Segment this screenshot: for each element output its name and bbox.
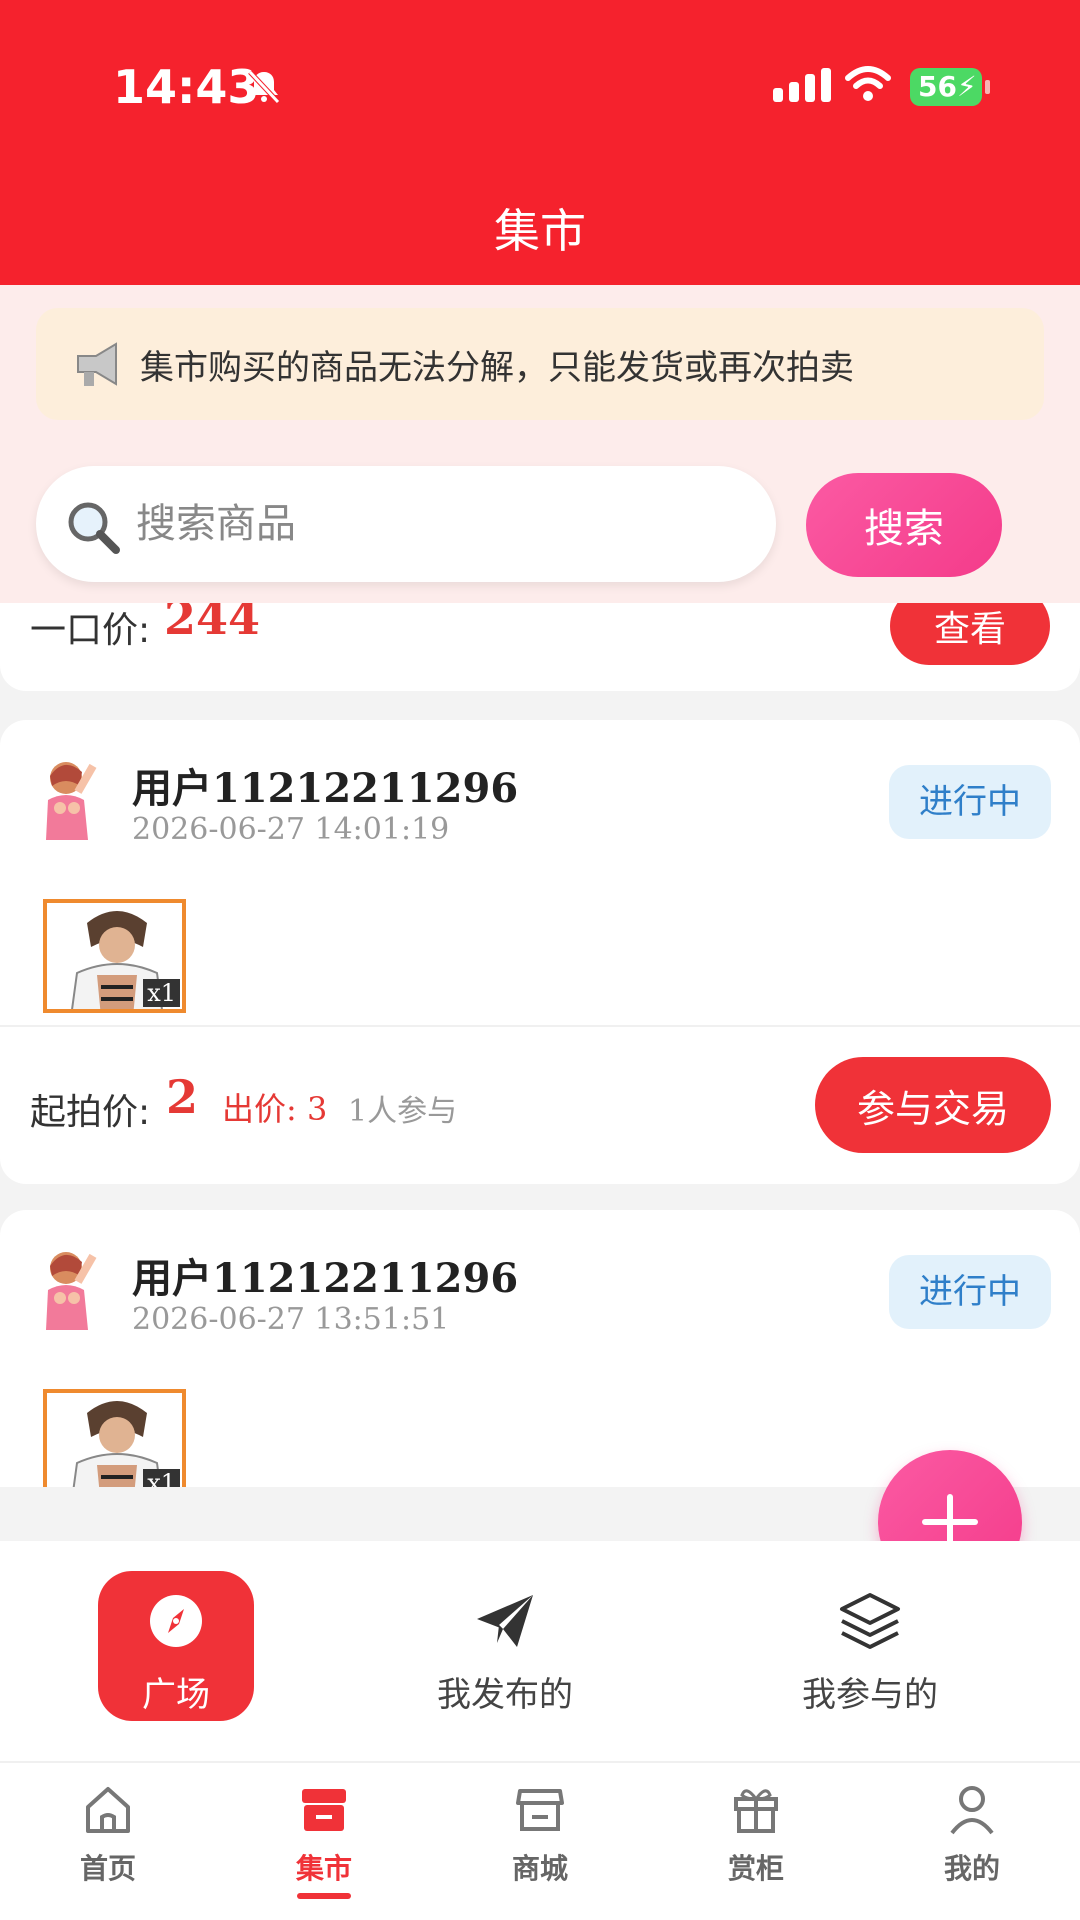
item-thumbnail[interactable]: x1 bbox=[43, 1389, 186, 1487]
avatar bbox=[46, 1252, 97, 1330]
card-divider bbox=[0, 1025, 1080, 1027]
nav-cabinet-label: 赏柜 bbox=[727, 1852, 784, 1885]
search-icon bbox=[68, 502, 120, 554]
nav-profile-label: 我的 bbox=[943, 1852, 1000, 1885]
start-price: 2 bbox=[166, 1070, 199, 1124]
nav-cabinet[interactable]: 赏柜 bbox=[696, 1781, 816, 1911]
listing-scroll-area[interactable]: 一口价: 244 查看 用户11212211296 2026-06-27 14:… bbox=[0, 603, 1080, 1487]
avatar bbox=[46, 762, 97, 840]
bottom-navigation: 首页 集市 商城 赏柜 我的 bbox=[0, 1761, 1080, 1920]
listing-time: 2026-06-27 14:01:19 bbox=[132, 812, 450, 847]
listing-card[interactable]: 用户11212211296 2026-06-27 13:51:51 进行中 x1 bbox=[0, 1210, 1080, 1487]
paper-plane-icon bbox=[477, 1595, 533, 1647]
nav-shop-label: 商城 bbox=[511, 1852, 568, 1885]
nav-market-label: 集市 bbox=[295, 1852, 352, 1885]
notice-text: 集市购买的商品无法分解，只能发货或再次拍卖 bbox=[140, 348, 854, 388]
tab-plaza-label: 广场 bbox=[142, 1675, 210, 1715]
listing-card[interactable]: 用户11212211296 2026-06-27 14:01:19 进行中 x1… bbox=[0, 720, 1080, 1184]
header-bar: 14:43 56⚡ 集市 bbox=[0, 0, 1080, 285]
search-input[interactable] bbox=[136, 492, 736, 556]
battery-indicator: 56⚡ bbox=[910, 68, 990, 106]
bell-muted-icon bbox=[248, 70, 280, 104]
user-icon bbox=[950, 1786, 994, 1835]
layers-icon bbox=[840, 1593, 900, 1649]
market-subtabs: 广场 我发布的 我参与的 bbox=[0, 1541, 1080, 1761]
tab-plaza[interactable]: 广场 bbox=[98, 1571, 254, 1721]
home-icon bbox=[86, 1787, 130, 1833]
seller-name: 用户11212211296 bbox=[132, 765, 519, 812]
compass-icon bbox=[150, 1595, 202, 1647]
current-bid: 出价: 3 bbox=[222, 1090, 328, 1128]
tab-my-published[interactable]: 我发布的 bbox=[420, 1571, 590, 1721]
tab-my-joined[interactable]: 我参与的 bbox=[790, 1571, 950, 1721]
store-icon bbox=[302, 1789, 346, 1831]
fixed-price-label: 一口价: bbox=[30, 610, 151, 651]
status-time: 14:43 bbox=[113, 60, 260, 114]
battery-level: 56 bbox=[918, 70, 957, 103]
start-price-label: 起拍价: bbox=[30, 1092, 151, 1133]
active-indicator bbox=[297, 1893, 351, 1899]
view-button[interactable]: 查看 bbox=[890, 603, 1050, 665]
status-badge: 进行中 bbox=[889, 1255, 1051, 1329]
nav-home[interactable]: 首页 bbox=[48, 1781, 168, 1911]
tab-my-joined-label: 我参与的 bbox=[802, 1675, 938, 1715]
nav-home-label: 首页 bbox=[79, 1852, 136, 1885]
item-quantity: x1 bbox=[143, 1469, 180, 1487]
gift-icon bbox=[734, 1789, 778, 1833]
listing-time: 2026-06-27 13:51:51 bbox=[132, 1302, 450, 1337]
item-thumbnail[interactable]: x1 bbox=[43, 899, 186, 1013]
page-title: 集市 bbox=[494, 204, 586, 258]
shop-icon bbox=[516, 1789, 564, 1831]
status-badge: 进行中 bbox=[889, 765, 1051, 839]
nav-profile[interactable]: 我的 bbox=[912, 1781, 1032, 1911]
megaphone-icon bbox=[77, 342, 117, 386]
signal-icon bbox=[773, 68, 831, 102]
item-quantity: x1 bbox=[143, 979, 180, 1007]
join-trade-button[interactable]: 参与交易 bbox=[815, 1057, 1051, 1153]
search-button[interactable]: 搜索 bbox=[806, 473, 1002, 577]
listing-card: 一口价: 244 查看 bbox=[0, 603, 1080, 691]
fixed-price: 244 bbox=[164, 603, 261, 645]
nav-shop[interactable]: 商城 bbox=[480, 1781, 600, 1911]
notice-banner: 集市购买的商品无法分解，只能发货或再次拍卖 bbox=[36, 308, 1044, 420]
participant-count: 1人参与 bbox=[348, 1094, 458, 1129]
tab-my-published-label: 我发布的 bbox=[437, 1675, 573, 1715]
search-bar bbox=[36, 466, 776, 582]
wifi-icon bbox=[845, 66, 891, 101]
seller-name: 用户11212211296 bbox=[132, 1255, 519, 1302]
nav-market[interactable]: 集市 bbox=[264, 1781, 384, 1911]
